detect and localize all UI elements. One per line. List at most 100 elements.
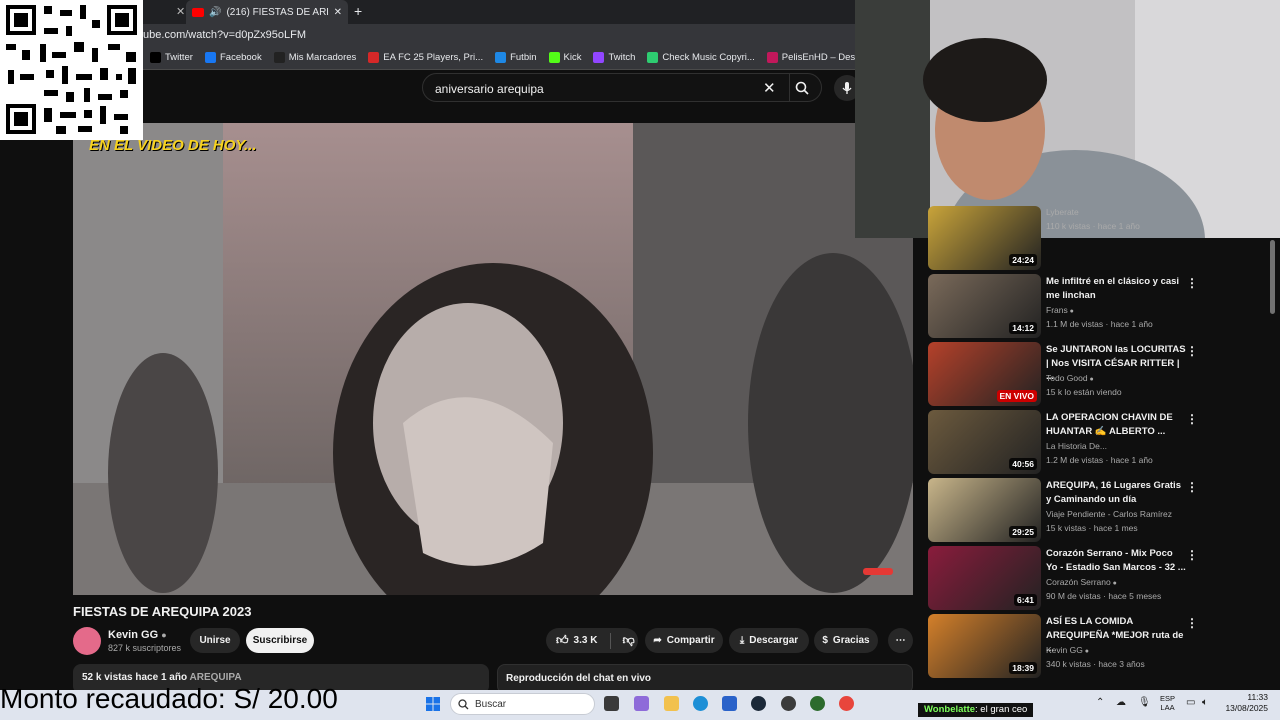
x-icon xyxy=(150,52,161,63)
new-tab-icon[interactable]: + xyxy=(354,3,362,19)
like-count[interactable]: 3.3 K xyxy=(574,635,598,646)
download-button[interactable]: ⤓ Descargar xyxy=(729,628,809,653)
bookmark-item[interactable]: Kick xyxy=(548,52,581,63)
recommendation-channel[interactable]: La Historia De... xyxy=(1046,441,1107,451)
close-tab-icon[interactable]: ✕ xyxy=(334,7,342,18)
channel-avatar[interactable] xyxy=(73,627,101,655)
channel-name-text: Kevin GG xyxy=(108,629,159,641)
more-actions-button[interactable]: ⋯ xyxy=(888,628,913,653)
recommendation-title[interactable]: AREQUIPA, 16 Lugares Gratis y Caminando … xyxy=(1046,479,1186,506)
join-label: Unirse xyxy=(199,635,231,646)
recommendation-channel[interactable]: Corazón Serrano ● xyxy=(1046,577,1117,587)
futbin-icon xyxy=(495,52,507,63)
duration-badge: 29:25 xyxy=(1009,526,1037,538)
recommendation-item[interactable]: 6:41 Corazón Serrano - Mix Poco Yo - Esta… xyxy=(928,546,1273,610)
recommendation-thumbnail[interactable]: EN VIVO xyxy=(928,342,1041,406)
bookmark-item[interactable]: Check Music Copyri... xyxy=(647,52,755,63)
edge-icon[interactable] xyxy=(693,696,708,711)
pelis-icon xyxy=(766,52,778,63)
store-icon[interactable] xyxy=(722,696,737,711)
subscribe-button[interactable]: Suscribirse xyxy=(246,628,314,653)
bookmark-item[interactable]: Mis Marcadores xyxy=(273,52,356,63)
recommendation-item[interactable]: EN VIVO Se JUNTARON las LOCURITAS | Nos V… xyxy=(928,342,1273,406)
recommendation-channel[interactable]: Lyberate xyxy=(1046,207,1079,217)
more-vert-icon[interactable]: ⋮ xyxy=(1186,412,1198,426)
tray-chevron-icon[interactable]: ⌃ xyxy=(1096,697,1104,708)
channel-name[interactable]: Kevin GG ● xyxy=(108,629,167,641)
video-player[interactable]: EN EL VIDEO DE HOY... xyxy=(73,123,913,595)
bookmark-item[interactable]: Futbin xyxy=(495,52,537,63)
join-button[interactable]: Unirse xyxy=(190,628,240,653)
cloud-icon[interactable]: ☁ xyxy=(1116,697,1126,708)
recommendation-title[interactable]: Me infiltré en el clásico y casi me linc… xyxy=(1046,275,1186,302)
file-explorer-icon[interactable] xyxy=(664,696,679,711)
thumbs-up-icon[interactable]: 👍︎ xyxy=(556,633,569,648)
recommendation-channel[interactable]: Kevin GG ● xyxy=(1046,645,1089,655)
download-icon: ⤓ xyxy=(739,635,745,646)
recommendation-channel[interactable]: Todo Good ● xyxy=(1046,373,1094,383)
speaker-icon[interactable]: 🔊 xyxy=(209,7,221,18)
recommendation-thumbnail[interactable]: 24:24 xyxy=(928,206,1041,270)
bookmark-item[interactable]: EA FC 25 Players, Pri... xyxy=(368,52,483,63)
thumbs-down-icon[interactable]: 👎︎ xyxy=(622,633,634,648)
recommendation-channel[interactable]: Frans ● xyxy=(1046,305,1074,315)
app-icon[interactable] xyxy=(781,696,796,711)
ea-icon xyxy=(368,52,380,63)
steam-icon[interactable] xyxy=(751,696,766,711)
more-vert-icon[interactable]: ⋮ xyxy=(1186,276,1198,290)
recommendation-meta: 15 k vistas · hace 1 mes xyxy=(1046,523,1138,533)
tab-title: (216) FIESTAS DE AREQUIPA xyxy=(226,6,327,18)
search-input[interactable]: aniversario arequipa ✕ xyxy=(422,73,822,102)
task-view-icon[interactable] xyxy=(604,696,619,711)
verified-icon: ● xyxy=(161,630,167,640)
recommendation-item[interactable]: 24:24 Lyberate 110 k vistas · hace 1 año xyxy=(928,206,1273,270)
language-indicator[interactable]: ESP LAA xyxy=(1160,694,1175,712)
duration-badge: EN VIVO xyxy=(996,390,1037,402)
bookmark-item[interactable]: Twitch xyxy=(593,52,635,63)
more-vert-icon[interactable]: ⋮ xyxy=(1186,480,1198,494)
clock[interactable]: 11:33 13/08/2025 xyxy=(1222,692,1268,714)
recommendation-channel[interactable]: Viaje Pendiente - Carlos Ramírez xyxy=(1046,509,1172,519)
video-tag[interactable]: AREQUIPA xyxy=(190,672,242,683)
bookmark-label: Check Music Copyri... xyxy=(662,52,755,63)
recommendation-thumbnail[interactable]: 40:56 xyxy=(928,410,1041,474)
more-vert-icon[interactable]: ⋮ xyxy=(1186,548,1198,562)
tab-active[interactable]: 🔊 (216) FIESTAS DE AREQUIPA ✕ xyxy=(186,0,348,24)
recommendation-item[interactable]: 40:56 LA OPERACION CHAVIN DE HUANTAR ✍️ A… xyxy=(928,410,1273,474)
recommendation-item[interactable]: 14:12 Me infiltré en el clásico y casi me… xyxy=(928,274,1273,338)
bookmark-label: Twitter xyxy=(165,52,193,63)
thanks-button[interactable]: $ Gracias xyxy=(814,628,878,653)
network-icon[interactable]: ▭ xyxy=(1186,697,1195,708)
clear-search-icon[interactable]: ✕ xyxy=(763,79,776,97)
copilot-icon[interactable] xyxy=(634,696,649,711)
share-button[interactable]: ➦ Compartir xyxy=(645,628,723,653)
more-vert-icon[interactable]: ⋮ xyxy=(1186,344,1198,358)
search-icon[interactable] xyxy=(795,81,809,95)
recommendation-title[interactable]: LA OPERACION CHAVIN DE HUANTAR ✍️ ALBERT… xyxy=(1046,411,1186,438)
recommendation-thumbnail[interactable]: 14:12 xyxy=(928,274,1041,338)
volume-icon[interactable]: 🔈︎ xyxy=(1202,697,1208,708)
recommendation-title[interactable]: Corazón Serrano - Mix Poco Yo - Estadio … xyxy=(1046,547,1186,574)
search-query: aniversario arequipa xyxy=(435,82,544,96)
recommendation-thumbnail[interactable]: 18:39 xyxy=(928,614,1041,678)
close-tab-icon[interactable]: ✕ xyxy=(176,5,185,18)
views-date: 52 k vistas hace 1 año xyxy=(82,672,188,683)
lang-layout: LAA xyxy=(1160,703,1175,712)
recommendation-item[interactable]: 29:25 AREQUIPA, 16 Lugares Gratis y Camin… xyxy=(928,478,1273,542)
channel-label: Kevin GG xyxy=(1046,645,1083,655)
recommendation-item[interactable]: 18:39 ASÍ ES LA COMIDA AREQUIPEÑA *MEJOR … xyxy=(928,614,1273,678)
mic-tray-icon[interactable]: 🎙︎ xyxy=(1138,697,1151,708)
recommendation-thumbnail[interactable]: 29:25 xyxy=(928,478,1041,542)
bookmark-item[interactable]: Twitter xyxy=(150,52,193,63)
share-label: Compartir xyxy=(666,635,715,646)
donation-total: Monto recaudado: S/ 20.00 xyxy=(0,683,338,714)
sidebar-scrollbar[interactable] xyxy=(1270,240,1275,314)
chrome-icon[interactable] xyxy=(839,696,854,711)
bookmark-item[interactable]: Facebook xyxy=(204,52,262,63)
taskbar-search[interactable]: Buscar xyxy=(450,693,595,715)
channel-label: Corazón Serrano xyxy=(1046,577,1111,587)
windows-start-icon[interactable] xyxy=(426,697,440,711)
xbox-icon[interactable] xyxy=(810,696,825,711)
more-vert-icon[interactable]: ⋮ xyxy=(1186,616,1198,630)
recommendation-thumbnail[interactable]: 6:41 xyxy=(928,546,1041,610)
